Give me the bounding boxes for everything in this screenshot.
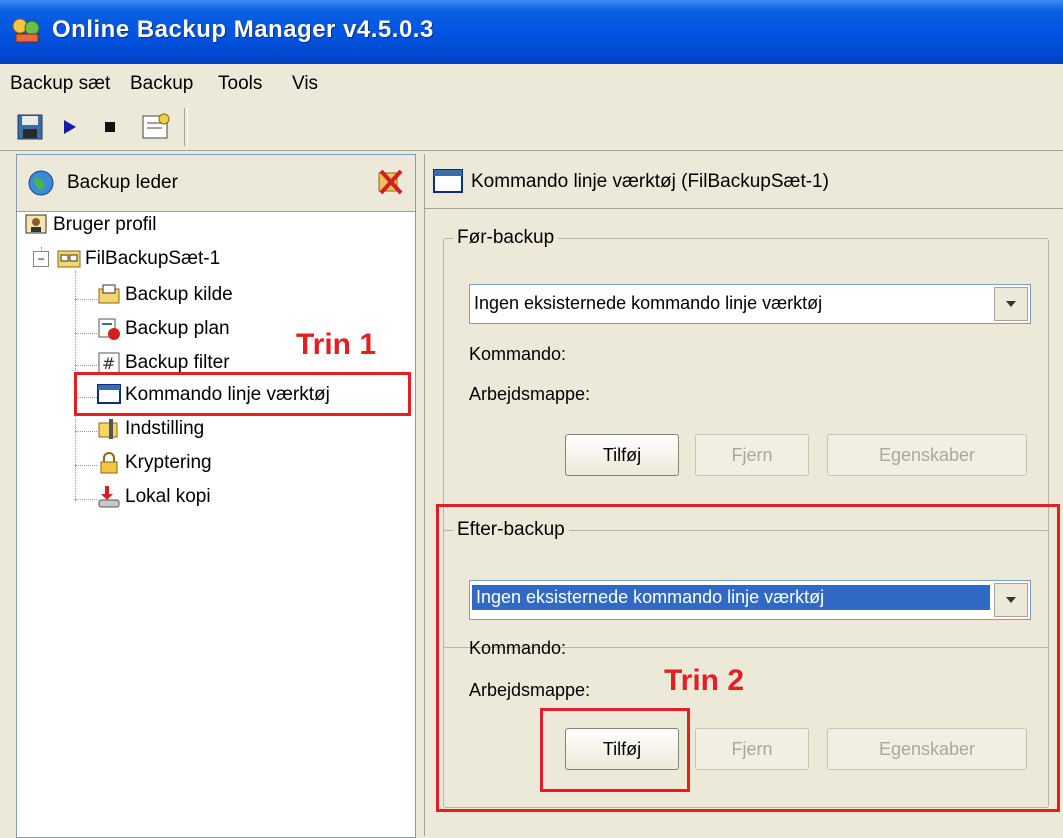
title-bar: Online Backup Manager v4.5.0.3 xyxy=(0,0,1063,64)
combo-value: Ingen eksisternede kommando linje værktø… xyxy=(474,293,823,313)
backup-source-icon xyxy=(98,284,120,304)
globe-icon xyxy=(28,170,54,196)
window-icon xyxy=(433,169,463,193)
tree-item-lokal-kopi[interactable]: Lokal kopi xyxy=(97,485,211,509)
pre-backup-label: Før-backup xyxy=(453,227,559,249)
tree-connector xyxy=(75,431,97,432)
pre-add-button[interactable]: Tilføj xyxy=(565,434,679,476)
tree-label: Backup filter xyxy=(125,352,230,373)
right-panel-title: Kommando linje værktøj (FilBackupSæt-1) xyxy=(471,171,829,192)
close-panel-icon[interactable] xyxy=(375,167,405,197)
menu-tools[interactable]: Tools xyxy=(218,73,262,95)
settings-icon xyxy=(142,113,170,139)
tree-connector xyxy=(75,333,97,334)
stop-icon xyxy=(105,122,115,132)
backup-manager-panel: Backup leder Bruger profil − FilBackupSæ… xyxy=(16,154,416,838)
tree-item-backup-plan[interactable]: Backup plan xyxy=(97,317,230,341)
tree-connector xyxy=(75,299,97,300)
tree-label: Backup kilde xyxy=(125,284,233,305)
window-title: Online Backup Manager v4.5.0.3 xyxy=(52,16,434,43)
tree-label: Bruger profil xyxy=(53,214,157,235)
settings-tree-icon xyxy=(98,419,118,439)
tree-label: FilBackupSæt-1 xyxy=(85,248,221,269)
toolbar xyxy=(0,104,1063,151)
step2-label: Trin 2 xyxy=(664,664,745,697)
play-button[interactable] xyxy=(58,110,82,144)
menu-bar: Backup sæt Backup Tools Vis xyxy=(0,64,1063,105)
play-icon xyxy=(64,120,76,134)
pre-kommando-label: Kommando: xyxy=(469,344,567,364)
user-profile-icon xyxy=(25,214,47,234)
post-backup-highlight xyxy=(436,504,1060,812)
step1-label: Trin 1 xyxy=(296,328,377,361)
save-button[interactable] xyxy=(14,110,46,144)
chevron-down-icon xyxy=(1006,301,1016,307)
step2-highlight xyxy=(540,708,690,792)
tree-label: Backup plan xyxy=(125,318,230,339)
tree-connector xyxy=(75,365,97,366)
local-copy-icon xyxy=(98,486,120,508)
stop-button[interactable] xyxy=(98,110,122,144)
lock-icon xyxy=(100,452,118,474)
tree-item-backup-kilde[interactable]: Backup kilde xyxy=(97,283,233,307)
dropdown-button[interactable] xyxy=(994,287,1028,321)
collapse-toggle[interactable]: − xyxy=(33,251,49,267)
tree-item-kryptering[interactable]: Kryptering xyxy=(97,451,212,475)
pre-remove-button[interactable]: Fjern xyxy=(695,434,809,476)
svg-text:#: # xyxy=(102,354,115,373)
step1-highlight xyxy=(74,372,411,416)
app-icon xyxy=(12,18,40,43)
tree-label: Lokal kopi xyxy=(125,486,211,507)
left-panel-title: Backup leder xyxy=(67,172,178,193)
tree-item-filbackupsaet[interactable]: − FilBackupSæt-1 xyxy=(33,247,220,271)
settings-button[interactable] xyxy=(138,110,174,144)
backup-set-icon xyxy=(57,250,81,268)
tree-label: Indstilling xyxy=(125,418,205,439)
pre-backup-combo[interactable]: Ingen eksisternede kommando linje værktø… xyxy=(469,284,1031,324)
toolbar-separator xyxy=(184,108,188,146)
backup-plan-icon xyxy=(98,318,120,340)
right-panel-header: Kommando linje værktøj (FilBackupSæt-1) xyxy=(425,154,1063,209)
tree-connector xyxy=(75,499,97,500)
menu-backup-saet[interactable]: Backup sæt xyxy=(10,73,110,95)
tree-label: Kryptering xyxy=(125,452,212,473)
menu-backup[interactable]: Backup xyxy=(130,73,193,95)
save-icon xyxy=(17,114,43,140)
pre-properties-button[interactable]: Egenskaber xyxy=(827,434,1027,476)
menu-vis[interactable]: Vis xyxy=(292,73,318,95)
tree-item-bruger-profil[interactable]: Bruger profil xyxy=(25,213,157,237)
tree-connector xyxy=(75,465,97,466)
pre-arbejdsmappe-label: Arbejdsmappe: xyxy=(469,384,591,404)
left-panel-header: Backup leder xyxy=(17,155,415,212)
tree-item-indstilling[interactable]: Indstilling xyxy=(97,417,204,441)
